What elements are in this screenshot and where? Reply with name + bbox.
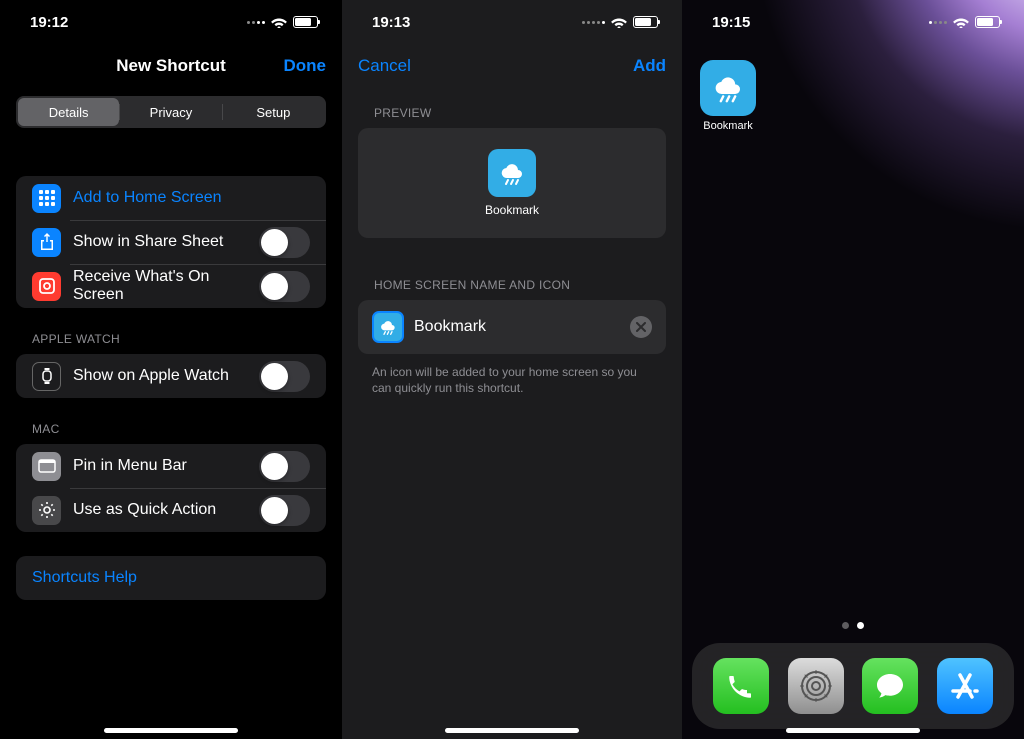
quick-action-toggle[interactable]	[259, 495, 310, 526]
status-bar: 19:15	[682, 0, 1024, 44]
watch-toggle[interactable]	[259, 361, 310, 392]
share-sheet-row[interactable]: Show in Share Sheet	[16, 220, 326, 264]
wifi-icon	[611, 16, 627, 28]
tab-privacy[interactable]: Privacy	[120, 98, 221, 126]
status-time: 19:12	[30, 14, 68, 31]
home-indicator[interactable]	[104, 728, 238, 733]
page-indicator[interactable]	[682, 622, 1024, 629]
name-input[interactable]	[414, 318, 630, 336]
battery-icon	[293, 16, 318, 28]
watch-label: Show on Apple Watch	[73, 367, 259, 385]
preview-app-icon	[488, 149, 536, 197]
wifi-icon	[953, 16, 969, 28]
page-dot-active	[857, 622, 864, 629]
cellular-icon	[582, 21, 605, 24]
phone-app[interactable]	[713, 658, 769, 714]
add-home-label: Add to Home Screen	[73, 189, 310, 207]
wifi-icon	[271, 16, 287, 28]
pin-menu-toggle[interactable]	[259, 451, 310, 482]
cellular-icon	[247, 21, 265, 24]
watch-header: Apple Watch	[0, 308, 342, 354]
status-time: 19:13	[372, 14, 410, 31]
receive-label: Receive What's On Screen	[73, 268, 259, 304]
add-button[interactable]: Add	[633, 56, 666, 76]
cancel-button[interactable]: Cancel	[358, 56, 411, 76]
share-sheet-toggle[interactable]	[259, 227, 310, 258]
footer-text: An icon will be added to your home scree…	[342, 354, 682, 396]
menubar-icon	[32, 452, 61, 481]
status-bar: 19:13	[342, 0, 682, 44]
name-icon-picker[interactable]	[372, 311, 404, 343]
help-row[interactable]: Shortcuts Help	[16, 556, 326, 600]
preview-label: Bookmark	[485, 203, 539, 217]
quick-action-row[interactable]: Use as Quick Action	[16, 488, 326, 532]
battery-icon	[633, 16, 658, 28]
home-app-bookmark[interactable]: Bookmark	[700, 60, 756, 132]
share-icon	[32, 228, 61, 257]
preview-card: Bookmark	[358, 128, 666, 238]
receive-row[interactable]: Receive What's On Screen	[16, 264, 326, 308]
home-grid-icon	[32, 184, 61, 213]
bookmark-app-icon	[700, 60, 756, 116]
messages-app[interactable]	[862, 658, 918, 714]
pin-menu-label: Pin in Menu Bar	[73, 457, 259, 475]
page-dot	[842, 622, 849, 629]
home-indicator[interactable]	[445, 728, 579, 733]
cellular-icon	[929, 21, 947, 24]
dock	[692, 643, 1014, 729]
quick-action-label: Use as Quick Action	[73, 501, 259, 519]
segmented-control[interactable]: Details Privacy Setup	[16, 96, 326, 128]
add-home-row[interactable]: Add to Home Screen	[16, 176, 326, 220]
nav-bar: New Shortcut Done	[0, 44, 342, 88]
watch-row[interactable]: Show on Apple Watch	[16, 354, 326, 398]
clear-button[interactable]	[630, 316, 652, 338]
share-sheet-label: Show in Share Sheet	[73, 233, 259, 251]
name-row[interactable]	[358, 300, 666, 354]
status-time: 19:15	[712, 14, 750, 31]
watch-icon	[32, 362, 61, 391]
pin-menu-row[interactable]: Pin in Menu Bar	[16, 444, 326, 488]
gear-icon	[32, 496, 61, 525]
receive-icon	[32, 272, 61, 301]
help-label: Shortcuts Help	[32, 569, 310, 587]
tab-details[interactable]: Details	[18, 98, 119, 126]
name-header: Home Screen Name and Icon	[342, 238, 682, 300]
receive-toggle[interactable]	[259, 271, 310, 302]
appstore-app[interactable]	[937, 658, 993, 714]
mac-header: Mac	[0, 398, 342, 444]
tab-setup[interactable]: Setup	[223, 98, 324, 126]
home-indicator[interactable]	[786, 728, 920, 733]
battery-icon	[975, 16, 1000, 28]
nav-bar: Cancel Add	[342, 44, 682, 88]
settings-app[interactable]	[788, 658, 844, 714]
done-button[interactable]: Done	[284, 56, 327, 76]
status-bar: 19:12	[0, 0, 342, 44]
bookmark-app-label: Bookmark	[703, 120, 753, 132]
preview-header: Preview	[342, 88, 682, 128]
